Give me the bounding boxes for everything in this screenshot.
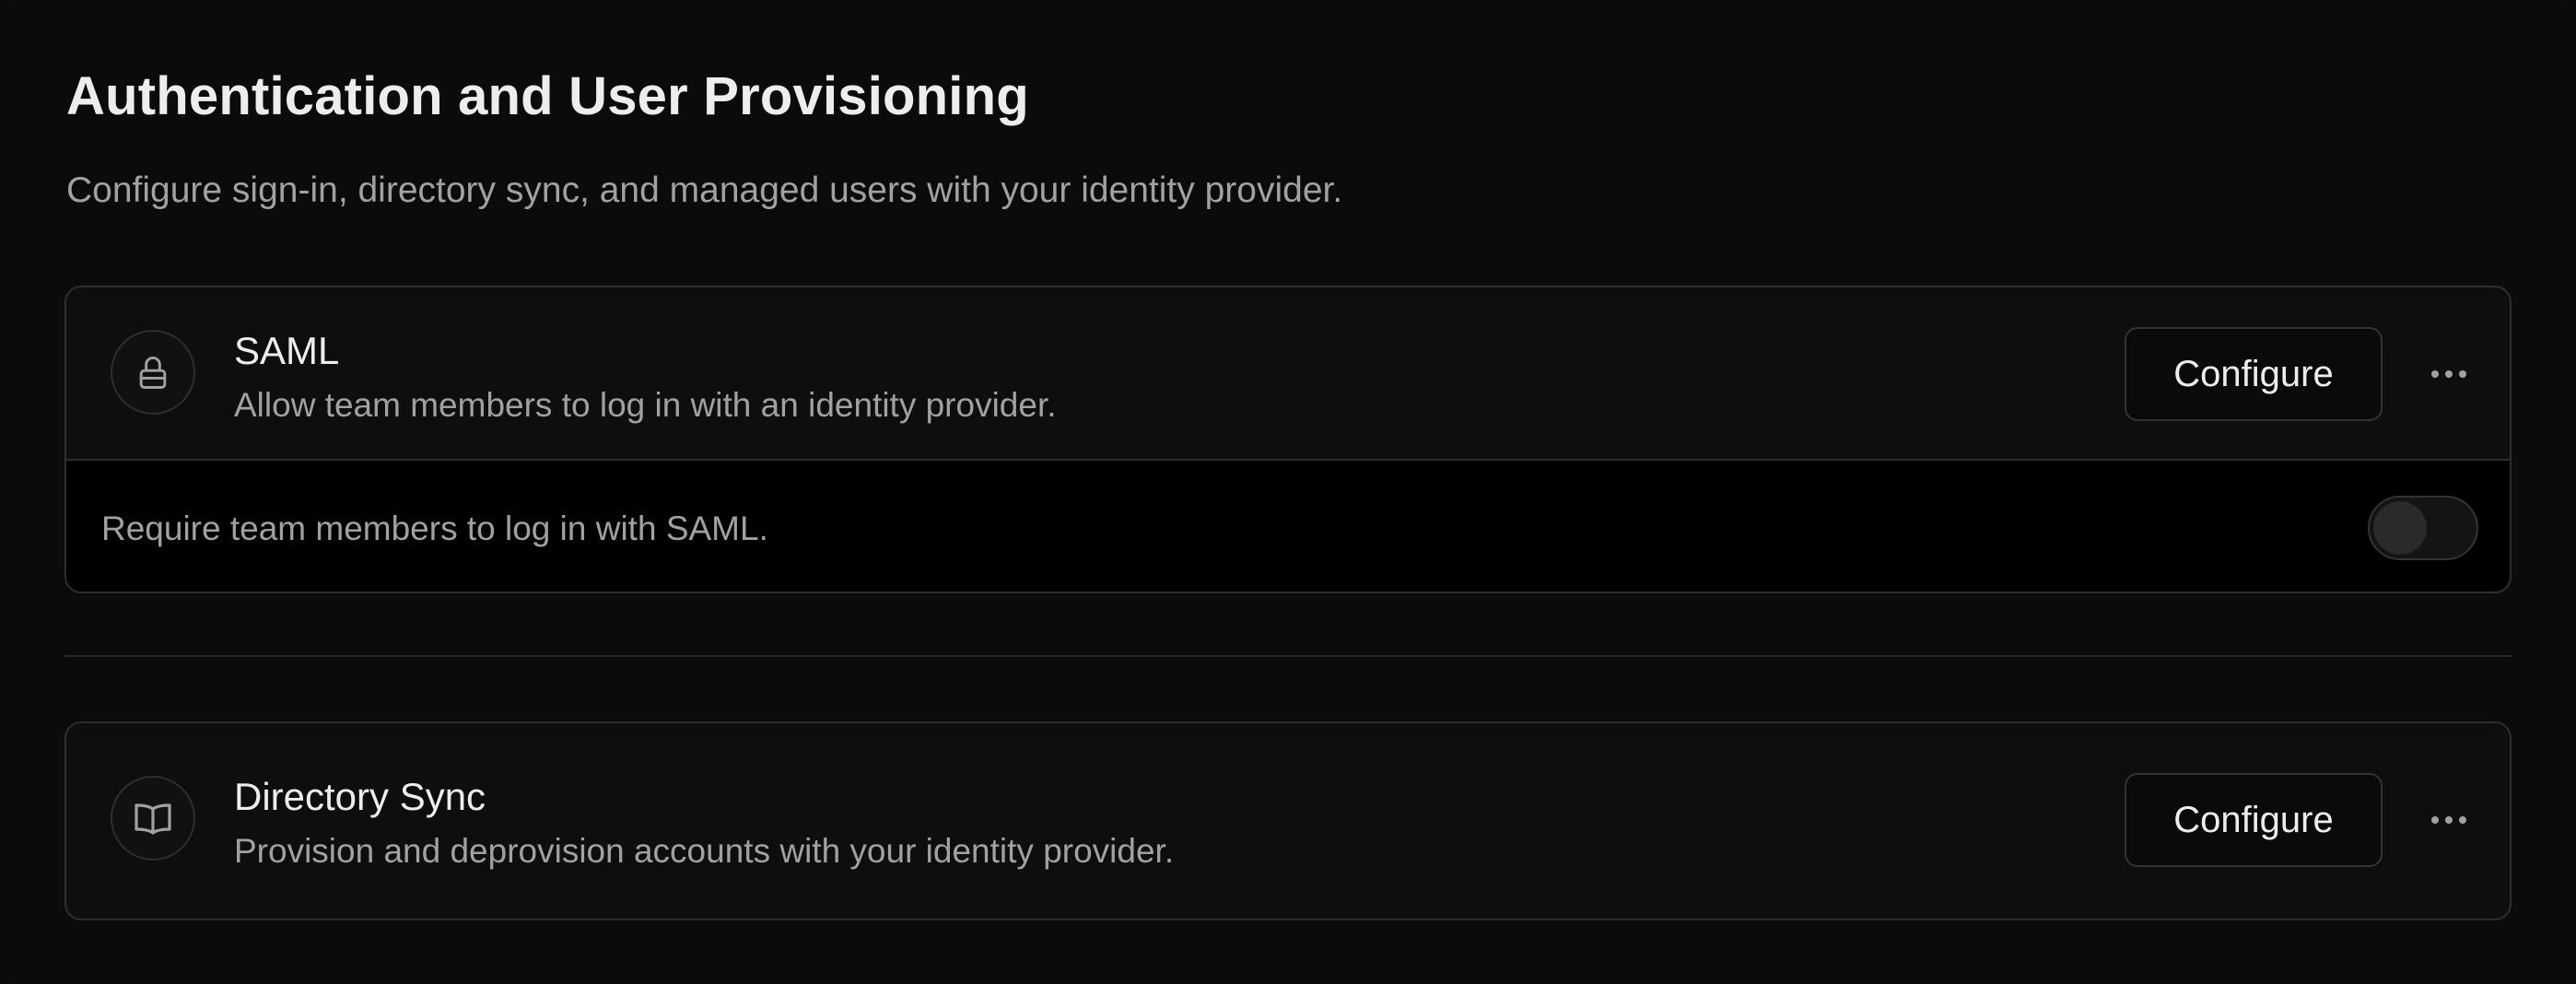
more-dot-icon	[2431, 816, 2439, 824]
directory-sync-card-header: Directory Sync Provision and deprovision…	[66, 723, 2510, 919]
saml-require-row: Require team members to log in with SAML…	[66, 459, 2510, 592]
directory-sync-card: Directory Sync Provision and deprovision…	[64, 721, 2512, 920]
more-dot-icon	[2459, 370, 2466, 378]
directory-sync-description: Provision and deprovision accounts with …	[234, 832, 1175, 870]
saml-configure-button[interactable]: Configure	[2125, 327, 2383, 421]
saml-more-options-button[interactable]	[2412, 346, 2486, 402]
book-icon	[135, 803, 171, 835]
saml-card: SAML Allow team members to log in with a…	[64, 286, 2512, 593]
page-subtitle: Configure sign-in, directory sync, and m…	[66, 170, 1343, 210]
saml-card-header: SAML Allow team members to log in with a…	[66, 287, 2510, 459]
more-dot-icon	[2431, 370, 2439, 378]
saml-require-label: Require team members to log in with SAML…	[101, 510, 768, 547]
more-dot-icon	[2445, 370, 2453, 378]
saml-icon-badge	[111, 330, 195, 415]
saml-description: Allow team members to log in with an ide…	[234, 386, 1057, 424]
directory-sync-more-options-button[interactable]	[2412, 792, 2486, 848]
directory-sync-configure-button[interactable]: Configure	[2125, 773, 2383, 867]
more-dot-icon	[2459, 816, 2466, 824]
toggle-knob	[2373, 501, 2427, 555]
page-title: Authentication and User Provisioning	[66, 66, 1029, 126]
directory-sync-icon-badge	[111, 776, 195, 861]
section-divider	[64, 655, 2512, 657]
more-dot-icon	[2445, 816, 2453, 824]
saml-require-toggle[interactable]	[2368, 496, 2478, 560]
lock-icon	[139, 357, 167, 389]
saml-title: SAML	[234, 329, 340, 372]
auth-settings-panel: Authentication and User Provisioning Con…	[0, 0, 2576, 984]
directory-sync-title: Directory Sync	[234, 775, 486, 818]
